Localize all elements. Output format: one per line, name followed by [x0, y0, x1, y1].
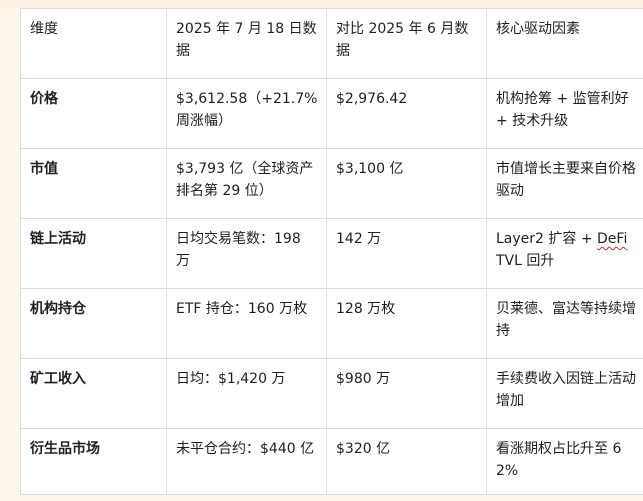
- cell-previous: $2,976.42: [326, 78, 487, 149]
- header-cell-dimension: 维度: [20, 8, 167, 79]
- cell-current: $3,612.58（+21.7% 周涨幅）: [166, 78, 327, 149]
- cell-current: 日均交易笔数：198 万: [166, 218, 327, 289]
- header-cell-previous: 对比 2025 年 6 月数据: [326, 8, 487, 79]
- cell-driver: Layer2 扩容 + DeFi TVL 回升: [486, 218, 643, 289]
- row-label-price: 价格: [20, 78, 167, 149]
- cell-previous: $980 万: [326, 358, 487, 429]
- row-label-market-cap: 市值: [20, 148, 167, 219]
- cell-driver: 机构抢筹 + 监管利好 + 技术升级: [486, 78, 643, 149]
- row-label-institutional: 机构持仓: [20, 288, 167, 359]
- cell-current: ETF 持仓：160 万枚: [166, 288, 327, 359]
- cell-current: $3,793 亿（全球资产排名第 29 位）: [166, 148, 327, 219]
- cell-previous: $320 亿: [326, 428, 487, 495]
- table-row: 矿工收入 日均：$1,420 万 $980 万 手续费收入因链上活动增加: [20, 358, 643, 429]
- cell-previous: 128 万枚: [326, 288, 487, 359]
- cell-current: 日均：$1,420 万: [166, 358, 327, 429]
- cell-driver: 看涨期权占比升至 62%: [486, 428, 643, 495]
- document-page: 维度 2025 年 7 月 18 日数据 对比 2025 年 6 月数据 核心驱…: [0, 0, 643, 501]
- driver-text-suffix: TVL 回升: [496, 253, 555, 269]
- header-cell-driver: 核心驱动因素: [486, 8, 643, 79]
- row-label-onchain: 链上活动: [20, 218, 167, 289]
- table-row: 衍生品市场 未平仓合约：$440 亿 $320 亿 看涨期权占比升至 62%: [20, 428, 643, 495]
- cell-previous: $3,100 亿: [326, 148, 487, 219]
- cell-driver: 手续费收入因链上活动增加: [486, 358, 643, 429]
- table-row: 市值 $3,793 亿（全球资产排名第 29 位） $3,100 亿 市值增长主…: [20, 148, 643, 219]
- row-label-derivatives: 衍生品市场: [20, 428, 167, 495]
- spellcheck-flagged-word[interactable]: DeFi: [597, 231, 627, 247]
- table-header-row: 维度 2025 年 7 月 18 日数据 对比 2025 年 6 月数据 核心驱…: [20, 8, 643, 79]
- comparison-table: 维度 2025 年 7 月 18 日数据 对比 2025 年 6 月数据 核心驱…: [20, 8, 643, 495]
- table-row: 机构持仓 ETF 持仓：160 万枚 128 万枚 贝莱德、富达等持续增持: [20, 288, 643, 359]
- cell-driver: 市值增长主要来自价格驱动: [486, 148, 643, 219]
- table-row: 价格 $3,612.58（+21.7% 周涨幅） $2,976.42 机构抢筹 …: [20, 78, 643, 149]
- driver-text-prefix: Layer2 扩容 +: [496, 231, 598, 247]
- header-cell-current: 2025 年 7 月 18 日数据: [166, 8, 327, 79]
- cell-current: 未平仓合约：$440 亿: [166, 428, 327, 495]
- row-label-miner-revenue: 矿工收入: [20, 358, 167, 429]
- cell-previous: 142 万: [326, 218, 487, 289]
- top-strip: [0, 0, 643, 8]
- cell-driver: 贝莱德、富达等持续增持: [486, 288, 643, 359]
- table-row: 链上活动 日均交易笔数：198 万 142 万 Layer2 扩容 + DeFi…: [20, 218, 643, 289]
